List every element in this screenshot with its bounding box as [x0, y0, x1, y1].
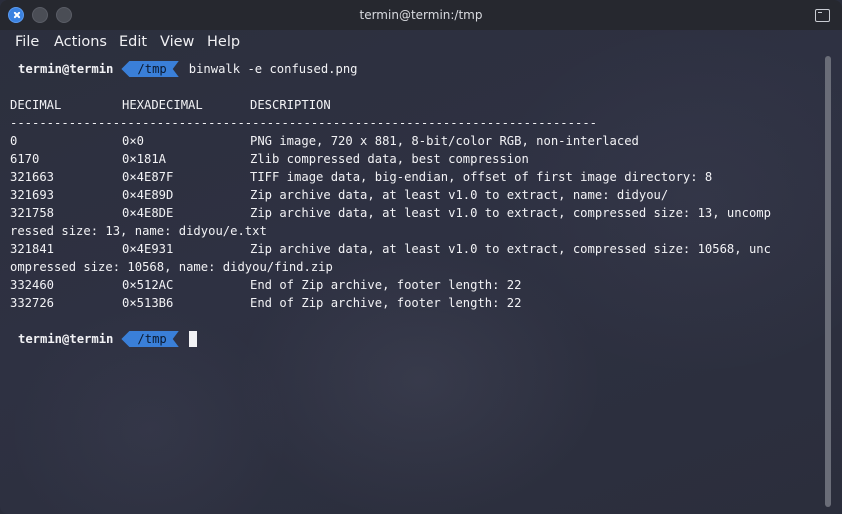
row-wrap-text: ressed size: 13, name: didyou/e.txt: [10, 224, 267, 238]
text-cursor: [188, 331, 197, 347]
row-description: PNG image, 720 x 881, 8-bit/color RGB, n…: [250, 134, 639, 148]
row-description: End of Zip archive, footer length: 22: [250, 296, 522, 310]
row-decimal: 321758: [10, 206, 55, 220]
row-description: Zlib compressed data, best compression: [250, 152, 529, 166]
prompt-line: termin@termin /tmp binwalk -e confused.p…: [10, 60, 825, 78]
prompt-path: /tmp: [121, 331, 178, 347]
row-hex: 0×4E8DE: [122, 206, 174, 220]
row-description: Zip archive data, at least v1.0 to extra…: [250, 188, 669, 202]
row-decimal: 6170: [10, 152, 40, 166]
terminal-window: termin@termin:/tmp File Actions Edit Vie…: [0, 0, 842, 514]
table-row: 321663 0×4E87F TIFF image data, big-endi…: [10, 168, 825, 186]
table-row: 321693 0×4E89D Zip archive data, at leas…: [10, 186, 825, 204]
header-decimal: DECIMAL: [10, 98, 62, 112]
row-decimal: 332726: [10, 296, 55, 310]
prompt-user: termin@termin: [18, 332, 114, 346]
row-hex: 0×4E931: [122, 242, 174, 256]
table-header: DECIMAL HEXADECIMAL DESCRIPTION: [10, 96, 825, 114]
row-hex: 0×0: [122, 134, 145, 148]
row-description: TIFF image data, big-endian, offset of f…: [250, 170, 713, 184]
prompt-command: binwalk -e confused.png: [188, 62, 358, 76]
row-decimal: 321693: [10, 188, 55, 202]
row-hex: 0×513B6: [122, 296, 174, 310]
menu-view[interactable]: View: [160, 34, 194, 50]
table-row: 0 0×0 PNG image, 720 x 881, 8-bit/color …: [10, 132, 825, 150]
row-description: Zip archive data, at least v1.0 to extra…: [250, 242, 771, 256]
scrollbar[interactable]: [825, 56, 831, 507]
header-hexadecimal: HEXADECIMAL: [122, 98, 203, 112]
prompt-line: termin@termin /tmp: [10, 330, 825, 348]
menu-edit[interactable]: Edit: [119, 34, 147, 50]
table-row: 332460 0×512AC End of Zip archive, foote…: [10, 276, 825, 294]
prompt-user: termin@termin: [18, 62, 114, 76]
row-wrap-text: ompressed size: 10568, name: didyou/find…: [10, 260, 333, 274]
row-hex: 0×4E89D: [122, 188, 174, 202]
row-decimal: 321841: [10, 242, 55, 256]
row-hex: 0×4E87F: [122, 170, 174, 184]
row-hex: 0×181A: [122, 152, 167, 166]
menu-bar: File Actions Edit View Help: [0, 30, 842, 55]
table-row: 332726 0×513B6 End of Zip archive, foote…: [10, 294, 825, 312]
row-decimal: 0: [10, 134, 18, 148]
title-bar: termin@termin:/tmp: [0, 0, 842, 30]
row-decimal: 332460: [10, 278, 55, 292]
table-row: 321758 0×4E8DE Zip archive data, at leas…: [10, 204, 825, 222]
menu-file[interactable]: File: [15, 34, 39, 50]
menu-help[interactable]: Help: [207, 34, 240, 50]
menu-actions[interactable]: Actions: [54, 34, 107, 50]
header-description: DESCRIPTION: [250, 98, 331, 112]
table-row: 6170 0×181A Zlib compressed data, best c…: [10, 150, 825, 168]
terminal-output[interactable]: termin@termin /tmp binwalk -e confused.p…: [10, 60, 825, 348]
terminal-icon[interactable]: [815, 9, 830, 22]
row-description: End of Zip archive, footer length: 22: [250, 278, 522, 292]
table-row: 321841 0×4E931 Zip archive data, at leas…: [10, 240, 825, 258]
row-description: Zip archive data, at least v1.0 to extra…: [250, 206, 771, 220]
row-decimal: 321663: [10, 170, 55, 184]
window-title: termin@termin:/tmp: [359, 8, 483, 22]
table-separator: ----------------------------------------…: [10, 116, 597, 130]
row-hex: 0×512AC: [122, 278, 174, 292]
prompt-path: /tmp: [121, 61, 178, 77]
